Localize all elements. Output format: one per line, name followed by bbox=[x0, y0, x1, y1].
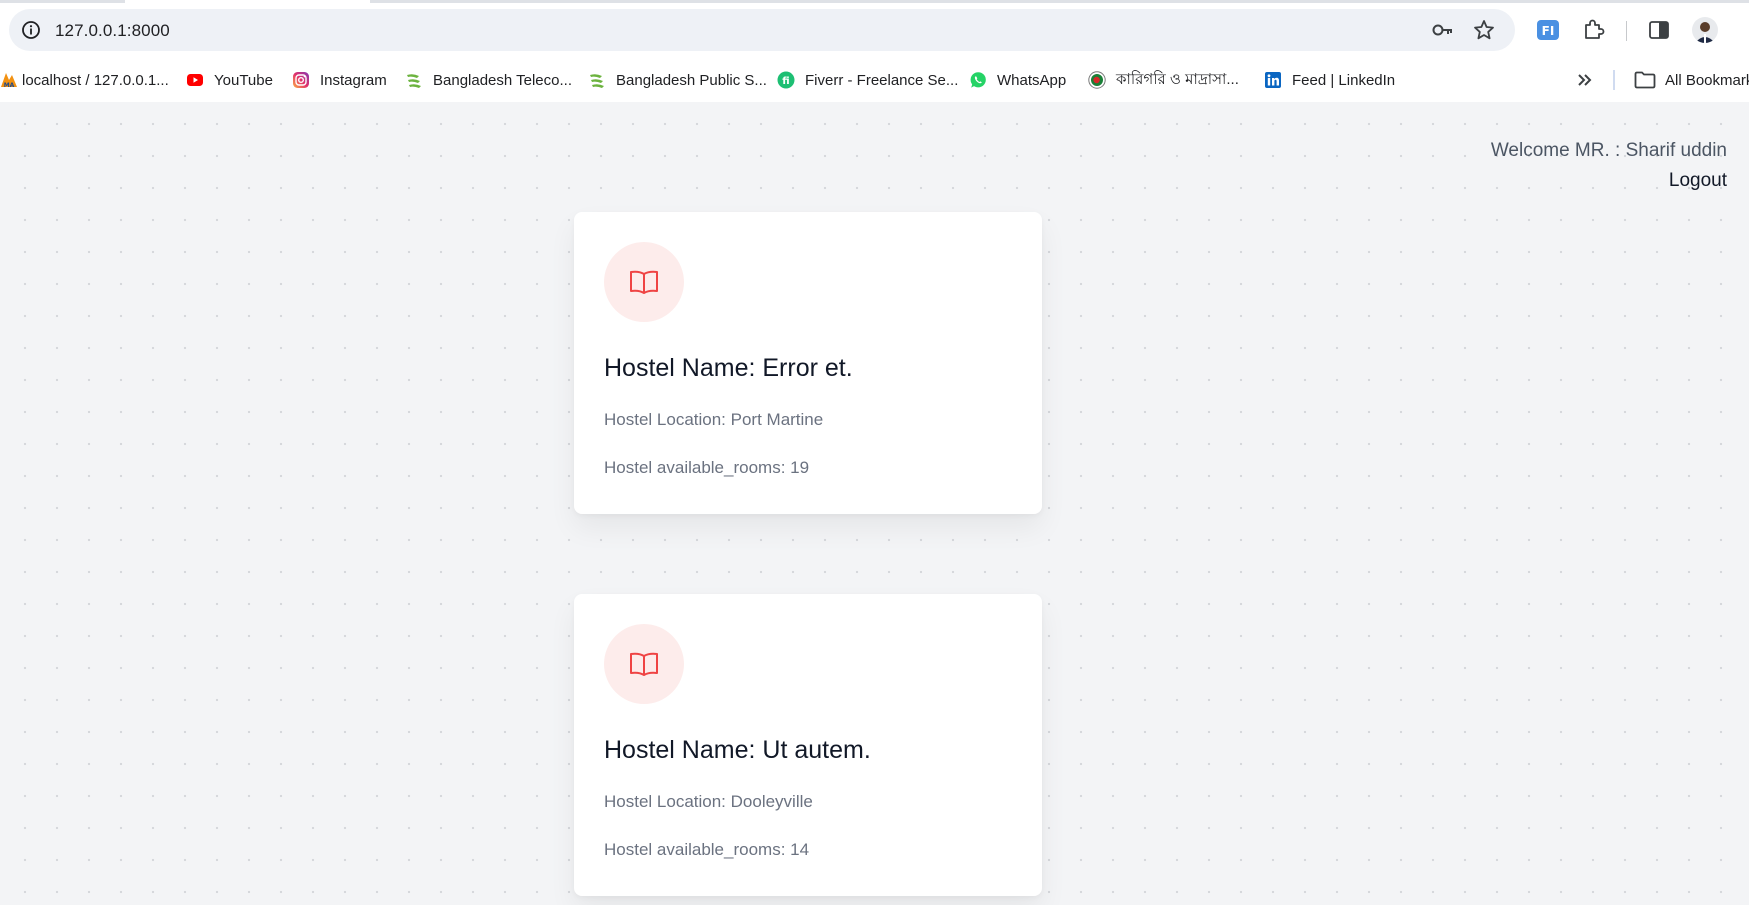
all-bookmarks-label: All Bookmarks bbox=[1665, 71, 1749, 89]
bookmark-linkedin[interactable]: Feed | LinkedIn bbox=[1263, 58, 1395, 102]
page-content: Welcome MR. : Sharif uddin Logout Hostel… bbox=[0, 102, 1749, 905]
hostel-available-rooms: Hostel available_rooms: 14 bbox=[604, 840, 810, 859]
hostel-name: Hostel Name: Ut autem. bbox=[604, 736, 871, 764]
bookmark-label: YouTube bbox=[214, 71, 273, 89]
svg-text:FI: FI bbox=[1542, 24, 1555, 38]
icon-badge bbox=[604, 624, 684, 704]
bookmark-label: localhost / 127.0.0.1... bbox=[22, 71, 169, 89]
bookmark-youtube[interactable]: YouTube bbox=[185, 58, 273, 102]
more-bookmarks-chevron-icon[interactable] bbox=[1574, 69, 1596, 91]
browser-toolbar: 127.0.0.1:8000 FI bbox=[0, 3, 1749, 58]
welcome-text: Welcome MR. : Sharif uddin bbox=[1490, 140, 1727, 161]
bookmark-bangladesh-public[interactable]: Bangladesh Public S... bbox=[587, 58, 767, 102]
bookmark-label: Bangladesh Public S... bbox=[616, 71, 767, 89]
bookmark-whatsapp[interactable]: WhatsApp bbox=[968, 58, 1066, 102]
whatsapp-icon bbox=[970, 72, 986, 88]
user-header: Welcome MR. : Sharif uddin Logout bbox=[1491, 136, 1727, 196]
bookmarks-separator bbox=[1613, 70, 1615, 90]
extension-fi-icon[interactable]: FI bbox=[1535, 17, 1561, 43]
site-info-icon[interactable] bbox=[21, 20, 41, 40]
instagram-icon bbox=[293, 72, 309, 88]
bookmark-label: Instagram bbox=[320, 71, 387, 89]
bookmark-star-icon[interactable] bbox=[1472, 18, 1496, 42]
all-bookmarks-folder[interactable]: All Bookmarks bbox=[1634, 58, 1749, 102]
password-key-icon[interactable] bbox=[1431, 19, 1455, 41]
hostel-available-rooms: Hostel available_rooms: 19 bbox=[604, 458, 810, 477]
hostel-name: Hostel Name: Error et. bbox=[604, 354, 853, 382]
hostel-card[interactable]: Hostel Name: Error et. Hostel Location: … bbox=[574, 212, 1042, 514]
hostel-location: Hostel Location: Port Martine bbox=[604, 410, 824, 429]
book-open-icon bbox=[630, 652, 658, 676]
bookmark-label: WhatsApp bbox=[997, 71, 1067, 89]
bookmark-label: Fiverr - Freelance Se... bbox=[805, 71, 959, 89]
bookmark-bangladesh-teleco[interactable]: Bangladesh Teleco... bbox=[404, 58, 572, 102]
btcl-icon bbox=[407, 74, 421, 88]
phpmyadmin-icon: MA bbox=[1, 73, 17, 89]
hostel-card[interactable]: Hostel Name: Ut autem. Hostel Location: … bbox=[574, 594, 1042, 896]
hostel-location: Hostel Location: Dooleyville bbox=[604, 792, 813, 811]
address-url[interactable]: 127.0.0.1:8000 bbox=[55, 21, 170, 41]
bookmarks-bar: MA localhost / 127.0.0.1... YouTube Inst… bbox=[0, 58, 1749, 102]
logout-link[interactable]: Logout bbox=[1491, 166, 1727, 196]
linkedin-icon bbox=[1265, 72, 1281, 88]
book-open-icon bbox=[630, 270, 658, 294]
bookmark-label: Bangladesh Teleco... bbox=[433, 71, 572, 89]
extensions-puzzle-icon[interactable] bbox=[1581, 17, 1607, 43]
bd-gov-icon bbox=[1088, 71, 1106, 89]
bpsc-icon bbox=[590, 74, 604, 88]
youtube-icon bbox=[187, 74, 203, 86]
address-bar[interactable]: 127.0.0.1:8000 bbox=[9, 9, 1515, 51]
svg-text:fi: fi bbox=[782, 76, 789, 87]
side-panel-icon[interactable] bbox=[1646, 17, 1672, 43]
toolbar-separator bbox=[1626, 21, 1627, 41]
fiverr-icon: fi bbox=[777, 71, 795, 89]
bookmark-bd-gov[interactable]: কারিগরি ও মাদ্রাসা... bbox=[1087, 58, 1239, 102]
bookmark-localhost[interactable]: MA localhost / 127.0.0.1... bbox=[0, 58, 169, 102]
bookmark-instagram[interactable]: Instagram bbox=[291, 58, 387, 102]
bookmark-fiverr[interactable]: fi Fiverr - Freelance Se... bbox=[776, 58, 958, 102]
bookmark-label: Feed | LinkedIn bbox=[1292, 71, 1396, 89]
profile-avatar-icon[interactable] bbox=[1692, 17, 1718, 43]
svg-text:MA: MA bbox=[4, 82, 15, 89]
folder-icon bbox=[1634, 71, 1656, 89]
bookmark-label: কারিগরি ও মাদ্রাসা... bbox=[1116, 70, 1239, 88]
icon-badge bbox=[604, 242, 684, 322]
